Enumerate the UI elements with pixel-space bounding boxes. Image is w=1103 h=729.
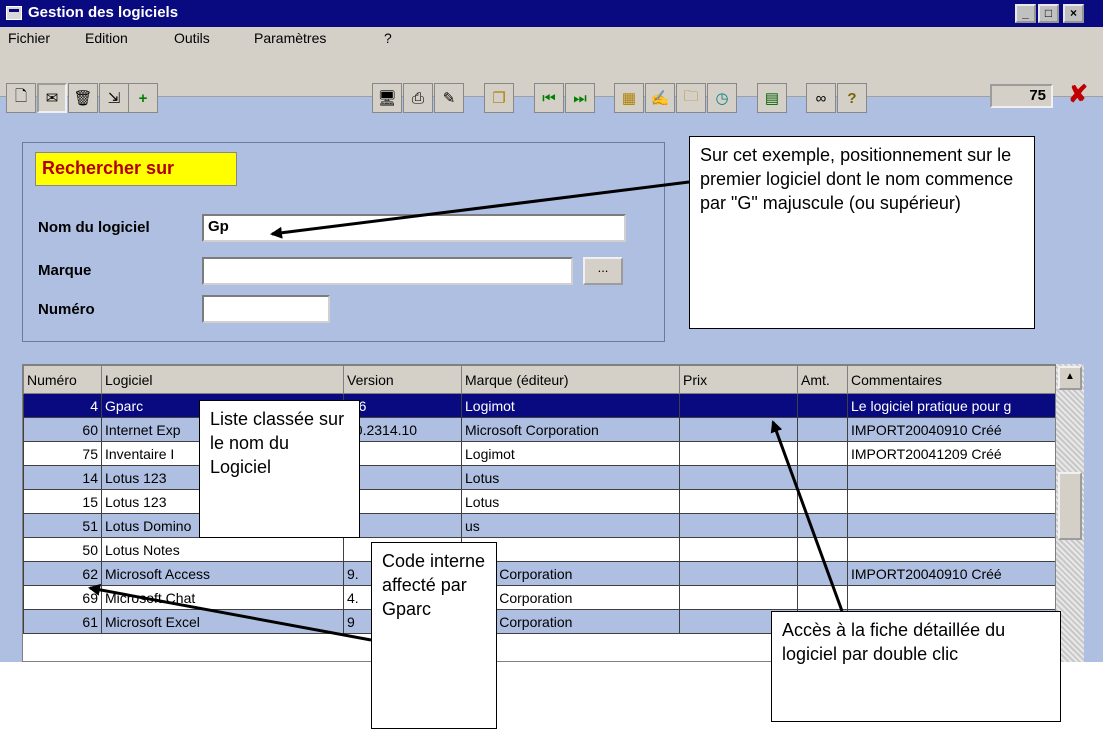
arrow-to-code	[88, 583, 372, 642]
arrow-to-search-input	[270, 180, 690, 239]
arrow-to-selected-row	[770, 420, 844, 612]
annotation-arrows	[88, 180, 844, 642]
